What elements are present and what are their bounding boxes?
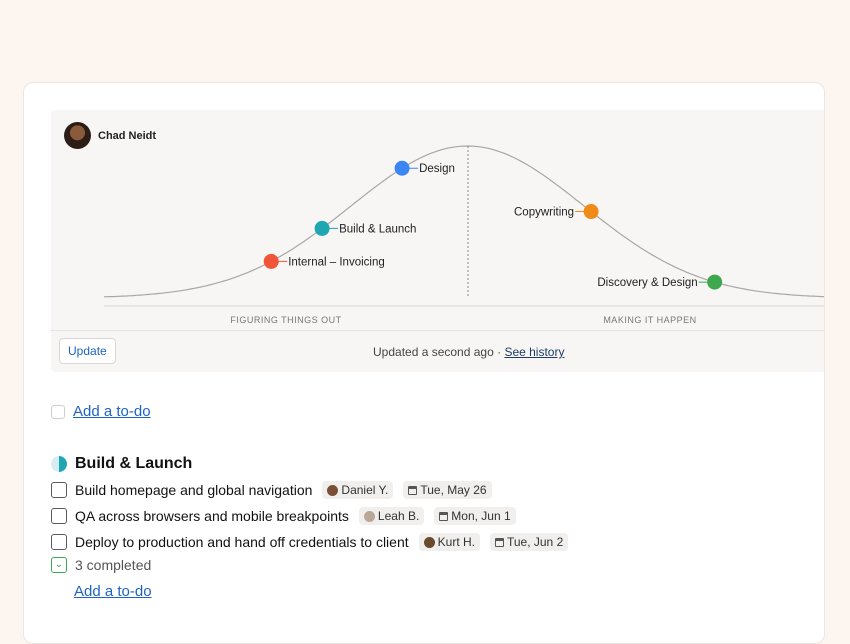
chevron-down-icon: ⌄: [51, 557, 67, 573]
add-todo-link[interactable]: Add a to-do: [73, 403, 151, 420]
hill-point-dot[interactable]: [707, 274, 723, 290]
hill-point-label[interactable]: Internal – Invoicing: [288, 256, 385, 268]
todo-checkbox[interactable]: [51, 482, 67, 498]
see-history-link[interactable]: See history: [504, 345, 564, 359]
hill-point-label[interactable]: Discovery & Design: [597, 277, 697, 289]
assignee-pill[interactable]: Kurt H.: [418, 533, 480, 551]
due-date: Tue, Jun 2: [506, 535, 564, 549]
due-date: Tue, May 26: [420, 483, 487, 497]
hill-point-dot[interactable]: [583, 204, 599, 220]
todo-checkbox[interactable]: [51, 508, 67, 524]
avatar: [327, 484, 339, 496]
avatar: [363, 510, 375, 522]
hill-curve: [103, 145, 824, 298]
project-card: FIGURING THINGS OUT MAKING IT HAPPEN Int…: [23, 82, 825, 644]
hill-point-label[interactable]: Copywriting: [514, 207, 574, 219]
group-header: Build & Launch: [51, 455, 192, 473]
due-date: Mon, Jun 1: [451, 509, 511, 523]
hill-chart-footer: Update Updated a second ago · See histor…: [51, 330, 824, 373]
due-date-pill[interactable]: Tue, Jun 2: [489, 533, 569, 551]
todo-title[interactable]: Deploy to production and hand off creden…: [75, 534, 409, 550]
update-button[interactable]: Update: [59, 338, 116, 364]
hill-point-dot[interactable]: [263, 253, 279, 269]
group-title[interactable]: Build & Launch: [75, 455, 192, 473]
completed-toggle[interactable]: ⌄ 3 completed: [51, 557, 151, 573]
avatar[interactable]: [64, 122, 91, 149]
todo-item: Deploy to production and hand off creden…: [51, 533, 569, 551]
todo-title[interactable]: Build homepage and global navigation: [75, 482, 312, 498]
avatar: [423, 536, 435, 548]
calendar-icon: [408, 485, 418, 495]
hill-point-label[interactable]: Build & Launch: [339, 223, 416, 235]
due-date-pill[interactable]: Tue, May 26: [403, 481, 492, 499]
assignee-name: Leah B.: [377, 509, 420, 523]
hill-point-label[interactable]: Design: [419, 163, 455, 175]
updated-text: Updated a second ago ·: [373, 345, 505, 359]
assignee-pill[interactable]: Leah B.: [358, 507, 425, 525]
todo-title[interactable]: QA across browsers and mobile breakpoint…: [75, 508, 349, 524]
calendar-icon: [439, 511, 449, 521]
todo-checkbox[interactable]: [51, 534, 67, 550]
author-name: Chad Neidt: [98, 129, 157, 142]
add-todo-row: Add a to-do: [51, 403, 151, 420]
hill-point-dot[interactable]: [314, 220, 330, 236]
half-circle-progress-icon: [51, 456, 67, 472]
author: Chad Neidt: [64, 122, 156, 149]
assignee-name: Daniel Y.: [341, 483, 389, 497]
left-phase-label: FIGURING THINGS OUT: [230, 315, 341, 325]
add-todo-checkbox: [51, 404, 65, 419]
hill-point-dot[interactable]: [394, 160, 410, 176]
assignee-pill[interactable]: Daniel Y.: [322, 481, 394, 499]
updated-status: Updated a second ago · See history: [373, 345, 564, 359]
completed-text: 3 completed: [75, 557, 152, 573]
todo-item: Build homepage and global navigation Dan…: [51, 481, 492, 499]
todo-item: QA across browsers and mobile breakpoint…: [51, 507, 516, 525]
calendar-icon: [494, 537, 504, 547]
add-todo-link[interactable]: Add a to-do: [74, 583, 152, 600]
due-date-pill[interactable]: Mon, Jun 1: [434, 507, 516, 525]
right-phase-label: MAKING IT HAPPEN: [603, 315, 696, 325]
assignee-name: Kurt H.: [437, 535, 475, 549]
hill-chart-panel: FIGURING THINGS OUT MAKING IT HAPPEN Int…: [51, 110, 824, 373]
hill-chart: FIGURING THINGS OUT MAKING IT HAPPEN Int…: [103, 145, 824, 325]
